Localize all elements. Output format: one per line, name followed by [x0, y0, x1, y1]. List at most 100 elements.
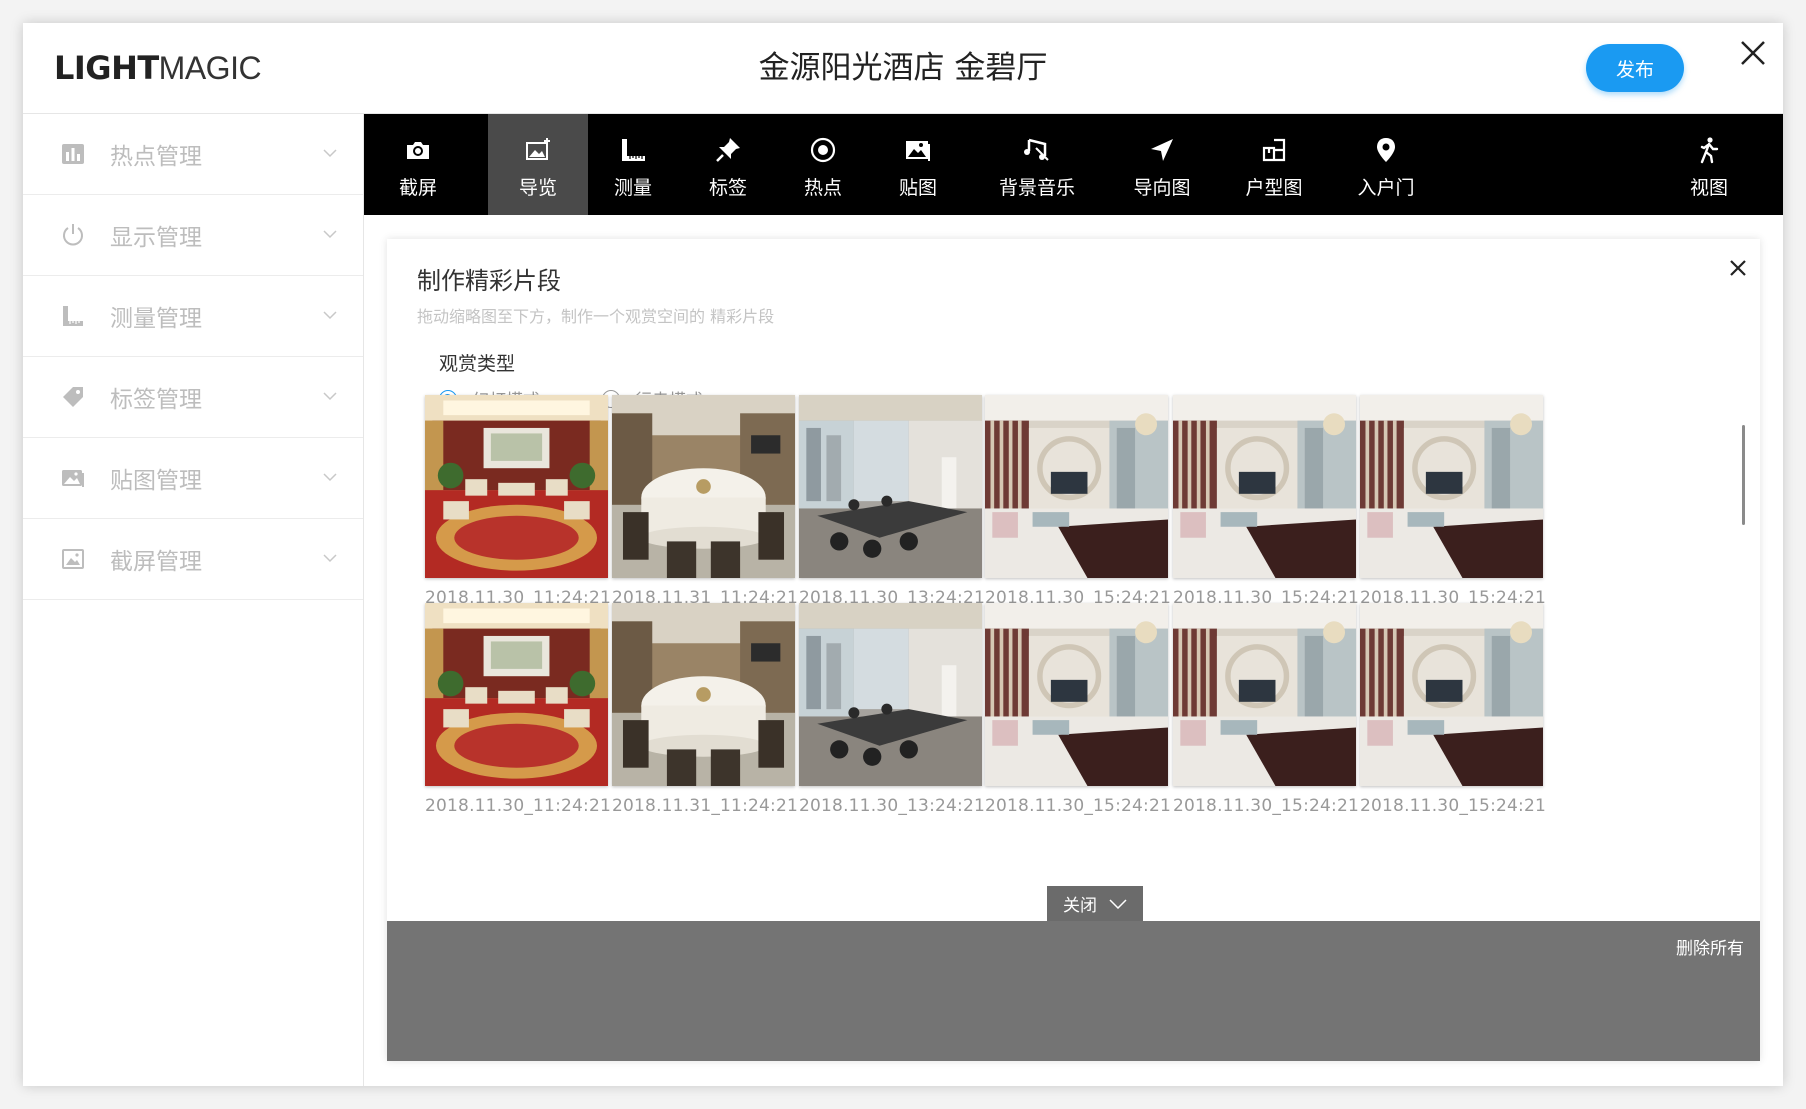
chevron-down-icon — [323, 230, 337, 239]
tool-floorplan[interactable]: 户型图 — [1218, 114, 1330, 215]
tool-guide[interactable]: 导向图 — [1106, 114, 1218, 215]
tool-label: 视图 — [1689, 177, 1728, 199]
toolbar: 截屏 导览 测量 标签 热点 贴图 背景音乐 导向图 户型图 入户门 视图 — [364, 114, 1783, 215]
tool-label: 标签 — [708, 177, 747, 199]
header: LIGHT MAGIC 金源阳光酒店 金碧厅 发布 — [23, 23, 1783, 114]
chevron-down-icon — [323, 473, 337, 482]
tool-music[interactable]: 背景音乐 — [968, 114, 1106, 215]
thumbnail-item[interactable]: 2018.11.30_15:24:21 — [985, 603, 1171, 816]
thumbnail-image[interactable] — [985, 603, 1168, 786]
thumbnail-image[interactable] — [1173, 395, 1356, 578]
collapse-button[interactable]: 关闭 — [1047, 886, 1143, 921]
sidebar-item-display[interactable]: 显示管理 — [23, 195, 363, 276]
thumbnail-item[interactable]: 2018.11.30_15:24:21 — [985, 395, 1171, 608]
tool-label: 导向图 — [1133, 177, 1191, 199]
tool-hotspot[interactable]: 热点 — [778, 114, 868, 215]
floorplan-icon — [1262, 138, 1286, 162]
thumbnail-item[interactable]: 2018.11.30_13:24:21 — [799, 395, 985, 608]
thumbnail-item[interactable]: 2018.11.30_11:24:21 — [425, 395, 611, 608]
thumbnail-image[interactable] — [799, 603, 982, 786]
tool-texture[interactable]: 贴图 — [868, 114, 968, 215]
sidebar: 热点管理 显示管理 测量管理 标签管理 贴图管理 截屏管理 — [23, 114, 364, 1086]
target-icon — [810, 137, 836, 163]
tag-icon — [63, 387, 83, 407]
close-icon[interactable] — [1737, 37, 1769, 69]
location-pin-icon — [1377, 138, 1395, 162]
tool-label: 热点 — [803, 177, 842, 199]
thumbnail-caption: 2018.11.30_15:24:21 — [1173, 796, 1359, 816]
camera-icon — [407, 142, 429, 159]
image-add-icon — [526, 138, 550, 160]
scrollbar[interactable] — [1742, 425, 1745, 525]
sidebar-item-label: 测量管理 — [110, 306, 202, 332]
thumbnail-caption: 2018.11.30_13:24:21 — [799, 796, 985, 816]
thumbnail-item[interactable]: 2018.11.30_15:24:21 — [1173, 603, 1359, 816]
highlight-panel: 制作精彩片段 拖动缩略图至下方，制作一个观赏空间的 精彩片段 观赏类型 幻灯模式… — [387, 239, 1760, 1061]
thumbnail-image[interactable] — [799, 395, 982, 578]
bar-chart-icon — [62, 144, 84, 164]
tool-label: 导览 — [518, 177, 557, 199]
photo-icon — [906, 141, 930, 161]
tool-label: 户型图 — [1245, 177, 1303, 199]
thumbnail-item[interactable]: 2018.11.31_11:24:21 — [612, 603, 798, 816]
thumbnail-image[interactable] — [1360, 603, 1543, 786]
sidebar-item-label: 显示管理 — [110, 225, 202, 251]
thumbnail-caption: 2018.11.30_15:24:21 — [985, 796, 1171, 816]
thumbnail-image[interactable] — [1173, 603, 1356, 786]
tool-label: 入户门 — [1357, 177, 1415, 199]
thumbnail-image[interactable] — [425, 395, 608, 578]
sidebar-item-screenshot[interactable]: 截屏管理 — [23, 519, 363, 600]
thumbnail-item[interactable]: 2018.11.31_11:24:21 — [612, 395, 798, 608]
picture-icon — [62, 549, 84, 569]
thumbnail-image[interactable] — [985, 395, 1168, 578]
sidebar-item-label: 标签管理 — [110, 387, 202, 413]
delete-all-button[interactable]: 删除所有 — [1676, 934, 1744, 959]
thumbnail-item[interactable]: 2018.11.30_15:24:21 — [1173, 395, 1359, 608]
tool-entrance[interactable]: 入户门 — [1330, 114, 1442, 215]
tool-label-tag[interactable]: 标签 — [678, 114, 778, 215]
page-title: 金源阳光酒店 金碧厅 — [758, 50, 1048, 86]
chevron-down-icon — [323, 149, 337, 158]
tool-screenshot[interactable]: 截屏 — [364, 114, 472, 215]
sidebar-item-texture[interactable]: 贴图管理 — [23, 438, 363, 519]
thumbnail-caption: 2018.11.30_15:24:21 — [1360, 796, 1546, 816]
ruler-icon — [622, 139, 645, 161]
sidebar-item-hotspot[interactable]: 热点管理 — [23, 114, 363, 195]
thumbnail-image[interactable] — [612, 603, 795, 786]
pin-icon — [716, 138, 740, 162]
power-icon — [63, 224, 83, 246]
publish-button[interactable]: 发布 — [1586, 44, 1684, 92]
clip-drop-zone[interactable]: 删除所有 — [387, 921, 1760, 1061]
chevron-down-icon — [1109, 898, 1127, 909]
chevron-down-icon — [323, 392, 337, 401]
tool-label: 贴图 — [898, 177, 937, 199]
tool-tour[interactable]: 导览 — [488, 114, 588, 215]
image-icon — [62, 470, 84, 487]
chevron-down-icon — [323, 311, 337, 320]
ruler-icon — [63, 306, 83, 326]
sidebar-item-label: 截屏管理 — [110, 549, 202, 575]
sidebar-item-tag[interactable]: 标签管理 — [23, 357, 363, 438]
tool-label: 测量 — [613, 177, 652, 199]
thumbnail-item[interactable]: 2018.11.30_15:24:21 — [1360, 395, 1546, 608]
thumbnail-image[interactable] — [1360, 395, 1543, 578]
thumbnail-item[interactable]: 2018.11.30_13:24:21 — [799, 603, 985, 816]
chevron-down-icon — [323, 554, 337, 563]
collapse-label: 关闭 — [1063, 896, 1097, 916]
music-icon — [1024, 138, 1049, 161]
tool-label: 背景音乐 — [998, 177, 1075, 199]
app-window: LIGHT MAGIC 金源阳光酒店 金碧厅 发布 热点管理 显示管理 测量管理… — [23, 23, 1783, 1086]
thumbnail-item[interactable]: 2018.11.30_15:24:21 — [1360, 603, 1546, 816]
thumbnail-item[interactable]: 2018.11.30_11:24:21 — [425, 603, 611, 816]
tool-label: 截屏 — [398, 177, 437, 199]
thumbnail-image[interactable] — [612, 395, 795, 578]
thumbnail-caption: 2018.11.30_11:24:21 — [425, 796, 611, 816]
thumbnail-image[interactable] — [425, 603, 608, 786]
sidebar-item-label: 热点管理 — [110, 144, 202, 170]
tool-view[interactable]: 视图 — [1654, 114, 1764, 215]
tool-measure[interactable]: 测量 — [588, 114, 678, 215]
walking-person-icon — [1700, 137, 1719, 164]
thumbnail-caption: 2018.11.31_11:24:21 — [612, 796, 798, 816]
sidebar-item-measure[interactable]: 测量管理 — [23, 276, 363, 357]
sidebar-item-label: 贴图管理 — [110, 468, 202, 494]
